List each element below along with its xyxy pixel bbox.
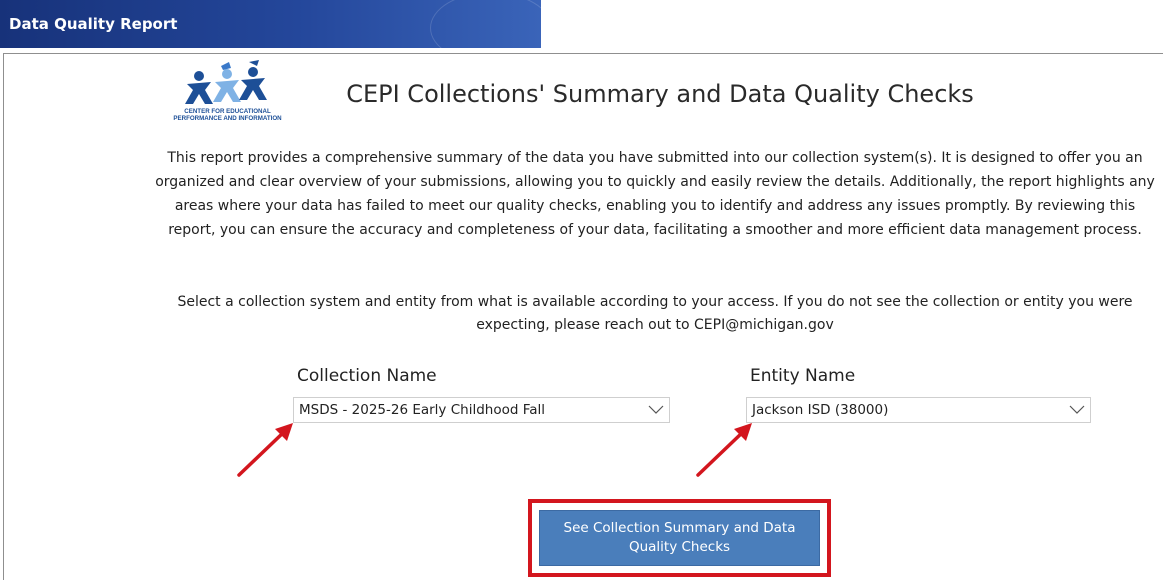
logo-text-line2: PERFORMANCE AND INFORMATION — [173, 115, 282, 122]
collection-name-dropdown[interactable]: MSDS - 2025-26 Early Childhood Fall — [293, 397, 670, 423]
collection-name-value: MSDS - 2025-26 Early Childhood Fall — [299, 402, 546, 418]
logo-text-line1: CENTER FOR EDUCATIONAL — [184, 108, 271, 115]
report-title: Data Quality Report — [9, 15, 178, 33]
annotation-arrow — [233, 421, 297, 485]
chevron-down-icon[interactable] — [1064, 398, 1090, 422]
logo-text: CENTER FOR EDUCATIONAL PERFORMANCE AND I… — [165, 108, 290, 122]
selection-instructions: Select a collection system and entity fr… — [177, 294, 1133, 333]
intro-paragraph: This report provides a comprehensive sum… — [155, 150, 1155, 238]
entity-name-dropdown[interactable]: Jackson ISD (38000) — [746, 397, 1091, 423]
chevron-down-icon[interactable] — [643, 398, 669, 422]
annotation-arrow — [692, 421, 756, 485]
cepi-logo: CENTER FOR EDUCATIONAL PERFORMANCE AND I… — [165, 60, 290, 132]
header-decoration — [430, 0, 541, 48]
page-heading: CEPI Collections' Summary and Data Quali… — [346, 80, 974, 108]
entity-name-label: Entity Name — [750, 366, 856, 386]
entity-name-value: Jackson ISD (38000) — [752, 402, 889, 418]
collection-name-label: Collection Name — [297, 366, 437, 386]
see-summary-button[interactable]: See Collection Summary and Data Quality … — [539, 510, 820, 566]
report-header-bar: Data Quality Report — [0, 0, 541, 48]
